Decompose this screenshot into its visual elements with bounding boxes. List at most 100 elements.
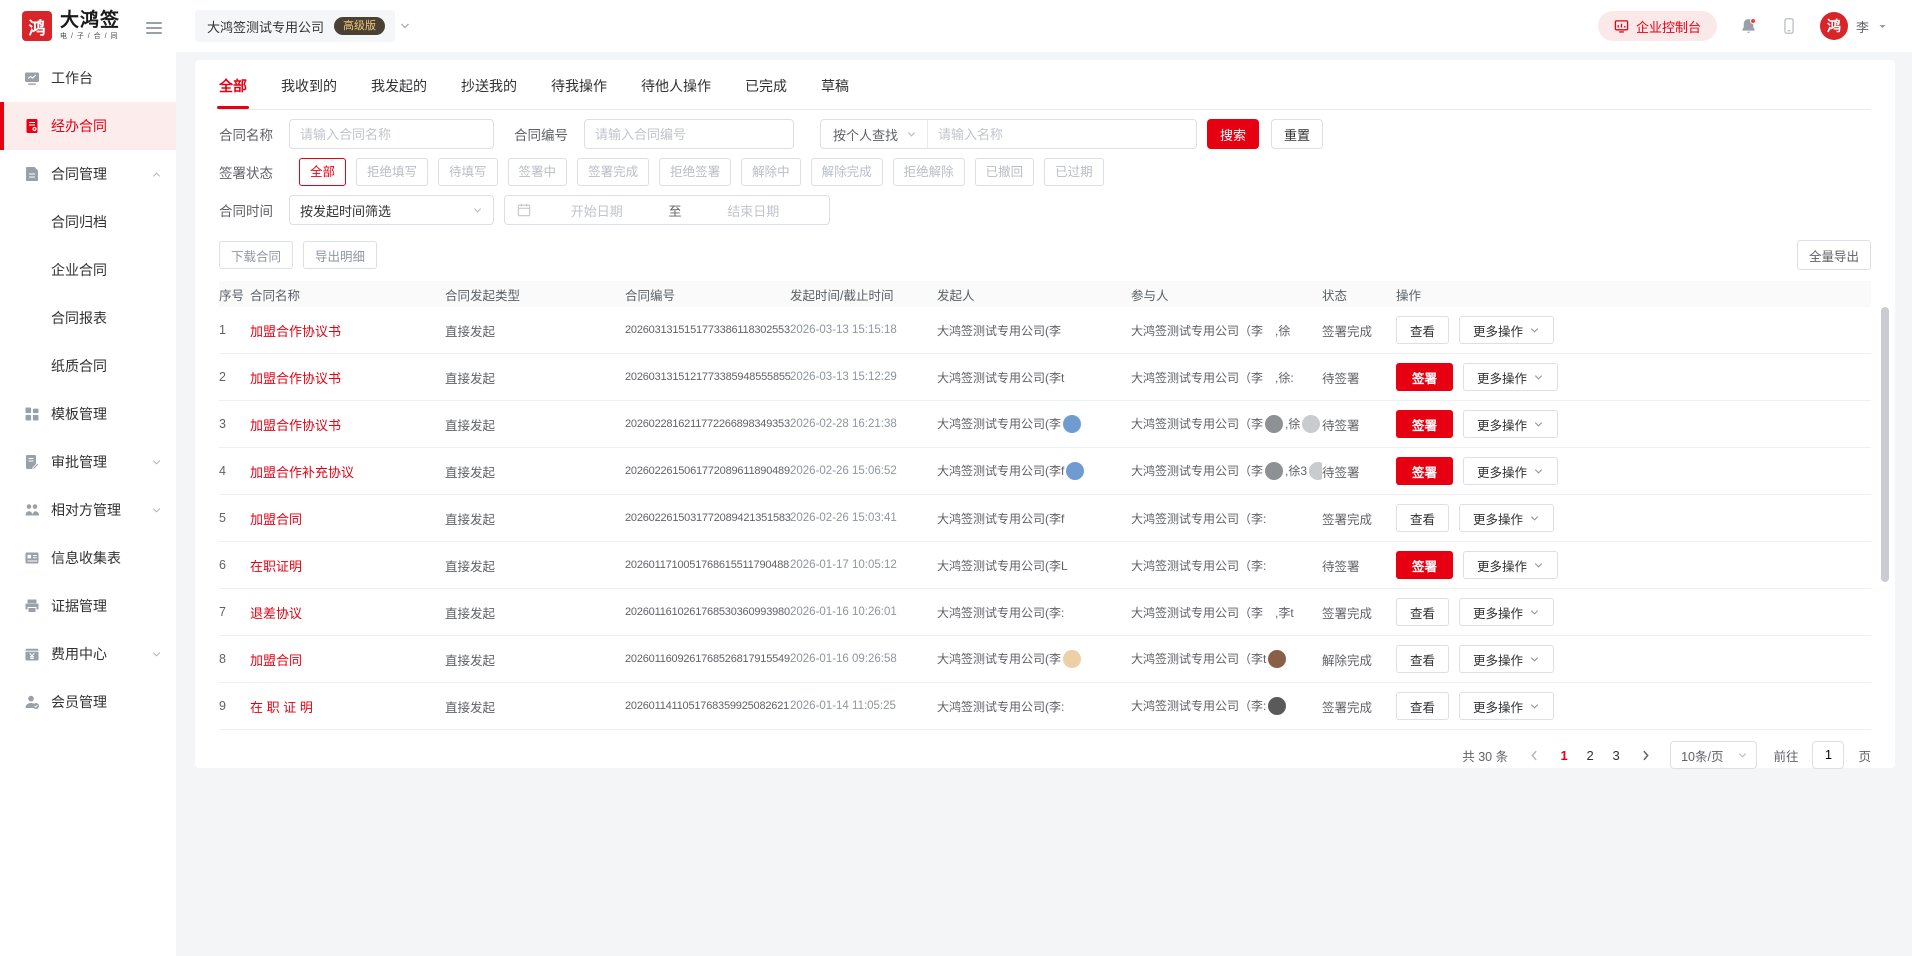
contract-number-input[interactable] [584,119,794,149]
tab-待我操作[interactable]: 待我操作 [551,76,607,109]
contract-name-link[interactable]: 加盟合作补充协议 [250,462,445,481]
sidebar-item-workbench[interactable]: 工作台 [0,54,176,102]
contract-name-link[interactable]: 加盟合作协议书 [250,415,445,434]
tab-全部[interactable]: 全部 [219,76,247,109]
contract-type: 直接发起 [445,321,625,340]
status-chip-解除完成[interactable]: 解除完成 [811,158,883,186]
more-actions-button[interactable]: 更多操作 [1459,504,1554,532]
page-2-button[interactable]: 2 [1577,742,1603,768]
contract-name-link[interactable]: 在职证明 [250,556,445,575]
prev-page-icon[interactable] [1526,747,1543,764]
status-chip-已撤回[interactable]: 已撤回 [975,158,1035,186]
more-actions-button[interactable]: 更多操作 [1459,316,1554,344]
sign-button[interactable]: 签署 [1396,410,1453,438]
time-filter-select[interactable]: 按发起时间筛选 [289,195,494,225]
reset-button[interactable]: 重置 [1271,119,1323,149]
tab-我发起的[interactable]: 我发起的 [371,76,427,109]
contract-name-link[interactable]: 加盟合同 [250,509,445,528]
status-chip-签署完成[interactable]: 签署完成 [577,158,649,186]
status-chip-拒绝签署[interactable]: 拒绝签署 [659,158,731,186]
contract-name-link[interactable]: 加盟合同 [250,650,445,669]
sign-button[interactable]: 签署 [1396,551,1453,579]
initiator-name: 大鸿签测试专用公司(李f [937,464,1064,478]
tab-草稿[interactable]: 草稿 [821,76,849,109]
sidebar-item-contract-reports[interactable]: 合同报表 [0,294,176,342]
more-actions-button[interactable]: 更多操作 [1463,410,1558,438]
user-menu[interactable]: 鸿 李 [1820,12,1888,40]
sidebar-item-contract-management[interactable]: 合同管理 [0,150,176,198]
sidebar-subitem-label: 合同归档 [51,212,107,232]
export-all-button[interactable]: 全量导出 [1797,240,1871,270]
status-chip-全部[interactable]: 全部 [299,158,346,186]
sidebar-item-member-management[interactable]: 会员管理 [0,678,176,726]
more-actions-button[interactable]: 更多操作 [1463,363,1558,391]
status-chip-签署中[interactable]: 签署中 [508,158,568,186]
company-caret-icon[interactable] [399,20,411,32]
table-scrollbar[interactable] [1881,307,1889,582]
mobile-phone-icon[interactable] [1780,17,1798,35]
view-button[interactable]: 查看 [1396,598,1449,626]
goto-suffix: 页 [1858,746,1871,765]
enterprise-console-button[interactable]: 企业控制台 [1598,11,1717,41]
view-button[interactable]: 查看 [1396,692,1449,720]
person-name-input[interactable] [928,120,1196,148]
sidebar-item-enterprise-contracts[interactable]: 企业合同 [0,246,176,294]
contract-name-input[interactable] [289,119,494,149]
next-page-icon[interactable] [1637,747,1654,764]
collapse-menu-icon[interactable] [146,19,162,37]
calendar-icon [517,203,531,217]
initiator-avatar [1063,415,1081,433]
sidebar-item-counterparty-management[interactable]: 相对方管理 [0,486,176,534]
status-chip-待填写[interactable]: 待填写 [438,158,498,186]
sidebar-item-evidence-management[interactable]: 证据管理 [0,582,176,630]
sign-button[interactable]: 签署 [1396,457,1453,485]
view-button[interactable]: 查看 [1396,316,1449,344]
status-chip-拒绝解除[interactable]: 拒绝解除 [893,158,965,186]
info-collection-icon [24,550,40,566]
status-chip-已过期[interactable]: 已过期 [1044,158,1104,186]
sidebar-item-contract-archive[interactable]: 合同归档 [0,198,176,246]
more-actions-button[interactable]: 更多操作 [1463,457,1558,485]
page-size-select[interactable]: 10条/页 [1670,741,1757,769]
chevron-down-icon [1533,466,1544,477]
view-button[interactable]: 查看 [1396,645,1449,673]
sidebar-item-approval-management[interactable]: 审批管理 [0,438,176,486]
status-chip-解除中[interactable]: 解除中 [741,158,801,186]
contract-time-label: 合同时间 [219,200,277,220]
more-actions-button[interactable]: 更多操作 [1459,645,1554,673]
sidebar-item-handled-contracts[interactable]: 经办合同 [0,102,176,150]
sidebar-item-fee-center[interactable]: 费用中心 [0,630,176,678]
contract-name-link[interactable]: 在 职 证 明 [250,697,445,716]
more-actions-button[interactable]: 更多操作 [1459,692,1554,720]
sidebar-item-template-management[interactable]: 模板管理 [0,390,176,438]
chevron-down-icon [1529,701,1540,712]
page-3-button[interactable]: 3 [1603,742,1629,768]
export-details-button[interactable]: 导出明细 [303,241,377,269]
notifications-bell-icon[interactable] [1739,17,1758,36]
tab-已完成[interactable]: 已完成 [745,76,787,109]
person-search-select[interactable]: 按个人查找 [821,120,928,148]
sidebar-item-info-collection[interactable]: 信息收集表 [0,534,176,582]
view-button[interactable]: 查看 [1396,504,1449,532]
tab-待他人操作[interactable]: 待他人操作 [641,76,711,109]
tab-抄送我的[interactable]: 抄送我的 [461,76,517,109]
search-button[interactable]: 搜索 [1207,119,1259,149]
download-contracts-button[interactable]: 下载合同 [219,241,293,269]
goto-page-input[interactable] [1812,741,1844,769]
status-chip-拒绝填写[interactable]: 拒绝填写 [356,158,428,186]
contract-name-link[interactable]: 加盟合作协议书 [250,368,445,387]
tab-我收到的[interactable]: 我收到的 [281,76,337,109]
sign-button[interactable]: 签署 [1396,363,1453,391]
page-1-button[interactable]: 1 [1551,742,1577,768]
contract-number: 2026022816211772266898349353 [625,418,790,430]
console-label: 企业控制台 [1636,17,1701,36]
column-header: 合同编号 [625,285,790,304]
more-actions-button[interactable]: 更多操作 [1463,551,1558,579]
sidebar-item-paper-contracts[interactable]: 纸质合同 [0,342,176,390]
date-range-picker[interactable]: 开始日期 至 结束日期 [504,195,830,225]
contract-name-link[interactable]: 加盟合作协议书 [250,321,445,340]
contract-name-link[interactable]: 退差协议 [250,603,445,622]
user-menu-caret-icon [1877,21,1888,32]
company-selector[interactable]: 大鸿签测试专用公司 高级版 [195,10,395,42]
more-actions-button[interactable]: 更多操作 [1459,598,1554,626]
